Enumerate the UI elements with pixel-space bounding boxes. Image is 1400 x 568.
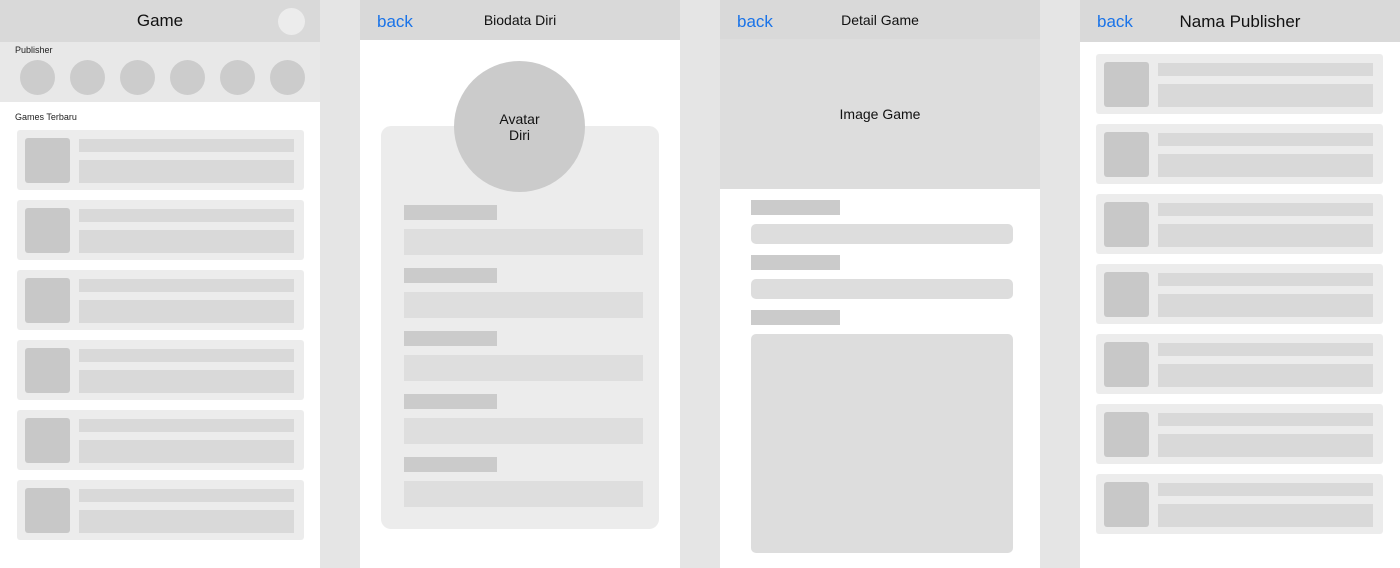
field-value-placeholder — [404, 481, 643, 507]
header-bar: Game — [0, 0, 320, 42]
page-title: Game — [136, 11, 184, 30]
field-label-placeholder — [404, 268, 497, 283]
game-thumbnail — [25, 418, 70, 463]
game-list-item[interactable] — [17, 130, 304, 190]
game-image-label: Image Game — [839, 106, 921, 122]
detail-label-placeholder — [751, 310, 840, 325]
screen-biodata: back Biodata Diri Avatar Diri — [360, 0, 680, 568]
field-label-placeholder — [404, 394, 497, 409]
detail-label-placeholder — [751, 255, 840, 270]
detail-value-placeholder — [751, 279, 1013, 299]
game-title-placeholder — [1158, 343, 1373, 356]
publisher-label: Publisher — [15, 45, 53, 55]
field-label-placeholder — [404, 205, 497, 220]
page-title: Detail Game — [841, 12, 919, 28]
avatar: Avatar Diri — [454, 61, 585, 192]
description-placeholder — [751, 334, 1013, 553]
game-info-placeholder — [1158, 294, 1373, 317]
game-title-placeholder — [79, 139, 294, 152]
game-info-placeholder — [1158, 224, 1373, 247]
game-thumbnail — [25, 488, 70, 533]
game-info-placeholder — [1158, 84, 1373, 107]
publisher-avatar[interactable] — [70, 60, 105, 95]
game-title-placeholder — [1158, 413, 1373, 426]
game-list-item[interactable] — [17, 340, 304, 400]
game-info-placeholder — [79, 370, 294, 393]
screen-game-home: Game Publisher Games Terbaru — [0, 0, 320, 568]
field-label-placeholder — [404, 457, 497, 472]
game-title-placeholder — [1158, 133, 1373, 146]
game-info-placeholder — [79, 510, 294, 533]
header-bar: back Nama Publisher — [1080, 0, 1400, 42]
game-thumbnail — [1104, 272, 1149, 317]
game-list-item[interactable] — [17, 480, 304, 540]
game-list-item[interactable] — [1096, 194, 1383, 254]
game-list-item[interactable] — [1096, 474, 1383, 534]
field-value-placeholder — [404, 418, 643, 444]
game-info-placeholder — [79, 300, 294, 323]
game-info-placeholder — [1158, 364, 1373, 387]
game-list-item[interactable] — [1096, 334, 1383, 394]
game-list-item[interactable] — [1096, 404, 1383, 464]
game-title-placeholder — [79, 419, 294, 432]
game-image: Image Game — [720, 39, 1040, 189]
game-thumbnail — [1104, 132, 1149, 177]
game-info-placeholder — [79, 160, 294, 183]
game-title-placeholder — [1158, 203, 1373, 216]
publisher-avatar[interactable] — [120, 60, 155, 95]
game-title-placeholder — [79, 489, 294, 502]
game-info-placeholder — [1158, 154, 1373, 177]
detail-value-placeholder — [751, 224, 1013, 244]
publisher-avatar[interactable] — [170, 60, 205, 95]
screen-detail-game: back Detail Game Image Game — [720, 0, 1040, 568]
page-title: Nama Publisher — [1179, 12, 1301, 31]
game-info-placeholder — [1158, 504, 1373, 527]
publisher-avatar[interactable] — [270, 60, 305, 95]
game-list-item[interactable] — [17, 200, 304, 260]
game-title-placeholder — [79, 209, 294, 222]
game-list-item[interactable] — [1096, 124, 1383, 184]
game-info-placeholder — [79, 230, 294, 253]
field-value-placeholder — [404, 292, 643, 318]
game-thumbnail — [1104, 342, 1149, 387]
game-title-placeholder — [1158, 63, 1373, 76]
publisher-section: Publisher — [0, 42, 320, 102]
game-thumbnail — [25, 208, 70, 253]
screen-publisher: back Nama Publisher — [1080, 0, 1400, 568]
header-bar: back Detail Game — [720, 0, 1040, 39]
page-title: Biodata Diri — [483, 12, 557, 28]
publisher-avatar[interactable] — [220, 60, 255, 95]
game-list-item[interactable] — [1096, 264, 1383, 324]
game-title-placeholder — [1158, 273, 1373, 286]
game-thumbnail — [1104, 482, 1149, 527]
game-thumbnail — [1104, 412, 1149, 457]
game-thumbnail — [1104, 202, 1149, 247]
game-info-placeholder — [79, 440, 294, 463]
field-value-placeholder — [404, 355, 643, 381]
game-thumbnail — [25, 138, 70, 183]
publisher-avatar[interactable] — [20, 60, 55, 95]
game-list-item[interactable] — [17, 410, 304, 470]
profile-avatar-button[interactable] — [278, 8, 305, 35]
game-list-item[interactable] — [17, 270, 304, 330]
game-thumbnail — [25, 278, 70, 323]
field-value-placeholder — [404, 229, 643, 255]
detail-label-placeholder — [751, 200, 840, 215]
games-terbaru-label: Games Terbaru — [15, 112, 77, 122]
header-bar: back Biodata Diri — [360, 0, 680, 40]
game-thumbnail — [1104, 62, 1149, 107]
game-title-placeholder — [79, 279, 294, 292]
game-list-item[interactable] — [1096, 54, 1383, 114]
game-title-placeholder — [1158, 483, 1373, 496]
avatar-label: Avatar Diri — [499, 110, 540, 143]
game-thumbnail — [25, 348, 70, 393]
field-label-placeholder — [404, 331, 497, 346]
game-title-placeholder — [79, 349, 294, 362]
game-info-placeholder — [1158, 434, 1373, 457]
